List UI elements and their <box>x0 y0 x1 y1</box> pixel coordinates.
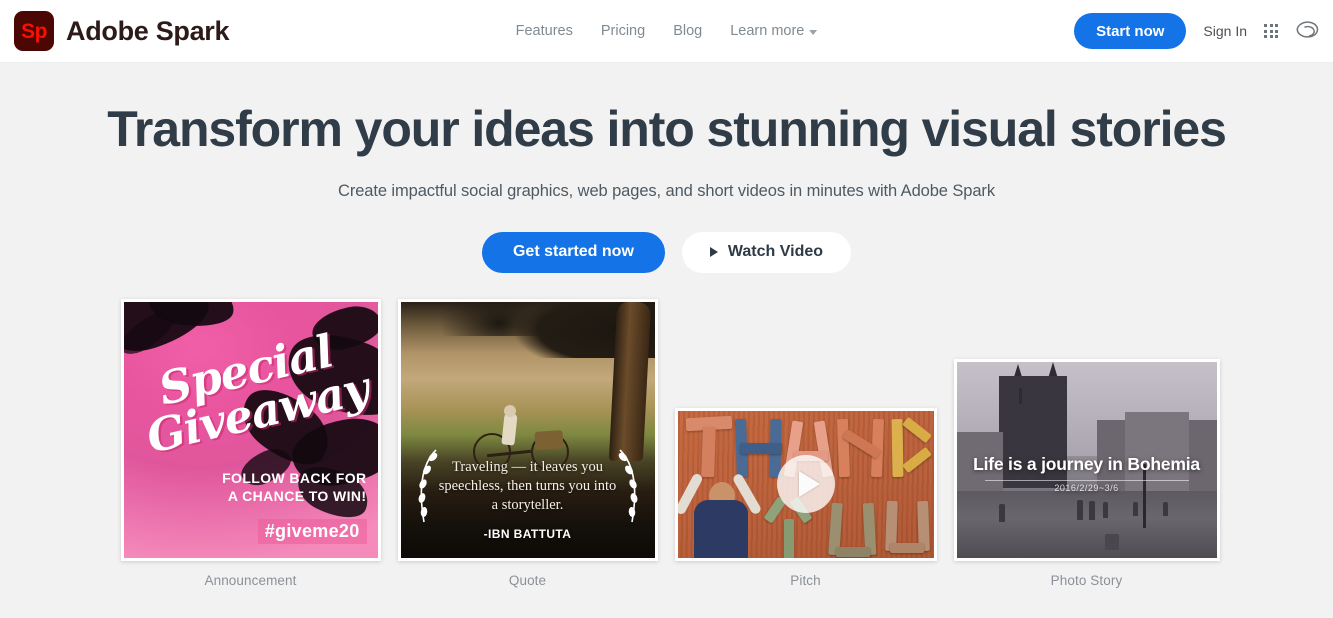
hero-section: Transform your ideas into stunning visua… <box>0 103 1333 588</box>
person-silhouette <box>1132 501 1138 516</box>
body-shape <box>693 499 748 558</box>
start-now-button[interactable]: Start now <box>1074 13 1187 49</box>
template-thumbnail-announcement[interactable]: Special Giveaway FOLLOW BACK FOR A CHANC… <box>120 298 381 561</box>
tree-canopy-shape <box>438 301 559 336</box>
template-card-quote: Traveling — it leaves you speechless, th… <box>397 298 658 588</box>
card-caption-quote: Quote <box>508 572 547 588</box>
title-divider <box>984 480 1189 482</box>
creative-cloud-icon[interactable] <box>1295 20 1319 42</box>
site-header: Sp Adobe Spark Features Pricing Blog Lea… <box>0 0 1333 63</box>
template-gallery: Special Giveaway FOLLOW BACK FOR A CHANC… <box>0 298 1333 588</box>
adobe-spark-logo-icon: Sp <box>14 11 54 51</box>
header-actions: Start now Sign In <box>1074 13 1319 49</box>
template-card-announcement: Special Giveaway FOLLOW BACK FOR A CHANC… <box>120 298 381 588</box>
card-caption-announcement: Announcement <box>204 572 297 588</box>
bin-shape <box>1104 533 1119 550</box>
square-ground <box>956 490 1217 558</box>
person-silhouette <box>1088 500 1095 520</box>
church-cross-shape <box>1018 387 1022 404</box>
card-quote-author: -IBN BATTUTA <box>483 526 572 541</box>
card-date: 2016/2/29~3/6 <box>1054 483 1119 494</box>
main-nav: Features Pricing Blog Learn more <box>516 23 818 39</box>
template-thumbnail-photo-story[interactable]: Life is a journey in Bohemia 2016/2/29~3… <box>953 358 1220 561</box>
card-caption-photo-story: Photo Story <box>1050 572 1123 588</box>
cta-row: Get started now Watch Video <box>0 231 1333 273</box>
chevron-down-icon <box>809 29 818 35</box>
play-triangle-icon <box>709 247 718 257</box>
card-caption-pitch: Pitch <box>790 572 821 588</box>
get-started-button[interactable]: Get started now <box>481 231 665 273</box>
sign-in-link[interactable]: Sign In <box>1203 23 1247 39</box>
template-card-photo-story: Life is a journey in Bohemia 2016/2/29~3… <box>953 358 1220 588</box>
template-thumbnail-quote[interactable]: Traveling — it leaves you speechless, th… <box>397 298 658 561</box>
watch-video-button[interactable]: Watch Video <box>681 231 852 273</box>
logo-mark-text: Sp <box>21 19 47 43</box>
person-silhouette <box>998 503 1005 522</box>
watch-video-label: Watch Video <box>727 243 824 260</box>
brand-name: Adobe Spark <box>66 15 230 46</box>
card-quote-text: Traveling — it leaves you speechless, th… <box>438 459 617 514</box>
page-subtitle: Create impactful social graphics, web pa… <box>338 181 995 200</box>
card-body-text: FOLLOW BACK FOR A CHANCE TO WIN! <box>222 470 366 506</box>
app-grid-icon[interactable] <box>1264 24 1278 38</box>
page-title: Transform your ideas into stunning visua… <box>107 101 1227 157</box>
person-silhouette <box>1102 501 1108 518</box>
card-title: Life is a journey in Bohemia <box>973 453 1200 474</box>
nav-item-pricing[interactable]: Pricing <box>601 23 645 39</box>
template-card-pitch: Pitch <box>674 407 937 588</box>
card-hashtag: #giveme20 <box>257 518 367 544</box>
person-silhouette <box>1162 501 1168 516</box>
nav-item-learn-more-label: Learn more <box>730 23 805 39</box>
template-thumbnail-pitch[interactable] <box>674 407 937 561</box>
person-silhouette <box>1076 499 1083 520</box>
nav-item-features[interactable]: Features <box>516 23 573 39</box>
card-body-line1: FOLLOW BACK FOR <box>222 469 367 486</box>
play-circle-icon[interactable] <box>776 455 835 513</box>
card-body-line2: A CHANCE TO WIN! <box>227 487 367 504</box>
nav-item-learn-more[interactable]: Learn more <box>730 23 818 39</box>
nav-item-blog[interactable]: Blog <box>673 23 702 39</box>
brand-logo[interactable]: Sp Adobe Spark <box>14 11 230 51</box>
